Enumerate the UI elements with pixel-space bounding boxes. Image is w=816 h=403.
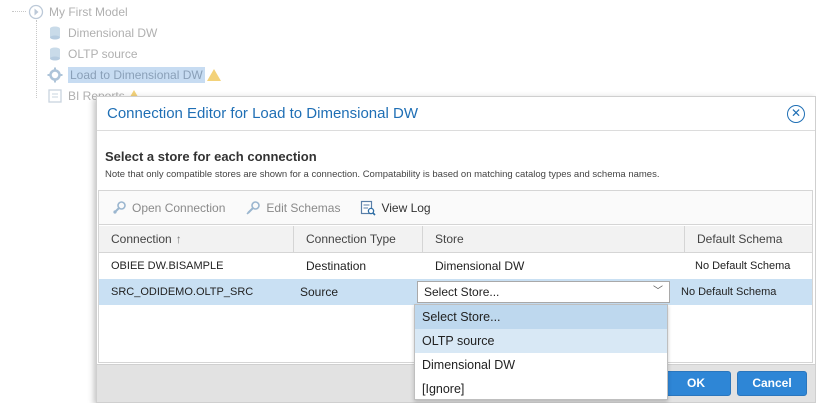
tree-item-oltp-source[interactable]: OLTP source — [47, 44, 138, 64]
tree-item-label: OLTP source — [68, 47, 138, 61]
store-select-value: Select Store... — [424, 285, 500, 299]
toolbar: Open Connection Edit Schemas View Log — [99, 191, 812, 225]
tree-item-label: Load to Dimensional DW — [68, 67, 205, 83]
model-icon — [28, 4, 44, 20]
dialog-header: Connection Editor for Load to Dimensiona… — [97, 97, 815, 131]
tree-item-load-to-dimensional-dw[interactable]: Load to Dimensional DW — [47, 65, 221, 85]
tree-item-label: Dimensional DW — [68, 26, 158, 40]
close-circle-icon[interactable]: ✕ — [787, 105, 805, 123]
open-connection-button[interactable]: Open Connection — [111, 200, 225, 216]
open-connection-label: Open Connection — [132, 200, 226, 215]
table-row[interactable]: OBIEE DW.BISAMPLE Destination Dimensiona… — [99, 253, 812, 279]
view-log-icon — [360, 200, 377, 216]
edit-schemas-icon — [245, 200, 261, 216]
chevron-down-icon: ﹀ — [653, 286, 663, 297]
column-header-connection[interactable]: Connection ↑ — [99, 226, 294, 253]
open-connection-icon — [111, 200, 127, 216]
dialog-title: Connection Editor for Load to Dimensiona… — [107, 105, 418, 122]
column-header-label: Default Schema — [697, 232, 783, 246]
edit-schemas-label: Edit Schemas — [266, 200, 341, 215]
tree-root-label: My First Model — [49, 5, 128, 19]
store-select[interactable]: Select Store... ﹀ — [417, 281, 670, 303]
cell-connection: SRC_ODIDEMO.OLTP_SRC — [111, 286, 254, 298]
database-icon — [47, 46, 63, 62]
column-header-label: Connection — [111, 232, 172, 246]
cell-connection-type: Source — [300, 285, 339, 299]
table-row-selected[interactable]: SRC_ODIDEMO.OLTP_SRC Source Select Store… — [99, 279, 812, 305]
report-icon — [47, 88, 63, 104]
cell-connection: OBIEE DW.BISAMPLE — [111, 260, 224, 272]
store-option[interactable]: [Ignore] — [415, 377, 667, 401]
column-header-default-schema[interactable]: Default Schema — [685, 226, 812, 253]
view-log-label: View Log — [381, 200, 431, 215]
column-header-label: Store — [435, 232, 464, 246]
tree-root-node[interactable]: My First Model — [28, 2, 128, 22]
store-option[interactable]: Dimensional DW — [415, 353, 667, 377]
column-header-label: Connection Type — [306, 232, 396, 246]
sort-ascending-icon: ↑ — [175, 232, 182, 246]
cancel-button[interactable]: Cancel — [737, 371, 807, 396]
cell-store: Dimensional DW — [435, 259, 525, 273]
ok-button[interactable]: OK — [661, 371, 731, 396]
column-header-store[interactable]: Store — [423, 226, 685, 253]
grid-header: Connection ↑ Connection Type Store Defaul… — [99, 226, 812, 253]
edit-schemas-button[interactable]: Edit Schemas — [245, 200, 340, 216]
store-dropdown-list: Select Store... OLTP source Dimensional … — [414, 304, 668, 400]
cell-default-schema: No Default Schema — [681, 286, 777, 298]
tree-item-dimensional-dw[interactable]: Dimensional DW — [47, 23, 157, 43]
tree-connector — [36, 20, 37, 98]
store-option[interactable]: Select Store... — [415, 305, 667, 329]
tree-connector — [12, 11, 26, 12]
cell-default-schema: No Default Schema — [695, 260, 791, 272]
store-option[interactable]: OLTP source — [415, 329, 667, 353]
warning-icon — [206, 69, 221, 81]
view-log-button[interactable]: View Log — [360, 200, 431, 216]
column-header-connection-type[interactable]: Connection Type — [294, 226, 423, 253]
section-heading: Select a store for each connection — [105, 149, 317, 164]
gear-icon — [47, 67, 63, 83]
database-icon — [47, 25, 63, 41]
compatibility-note: Note that only compatible stores are sho… — [105, 169, 660, 180]
cell-connection-type: Destination — [306, 259, 367, 273]
